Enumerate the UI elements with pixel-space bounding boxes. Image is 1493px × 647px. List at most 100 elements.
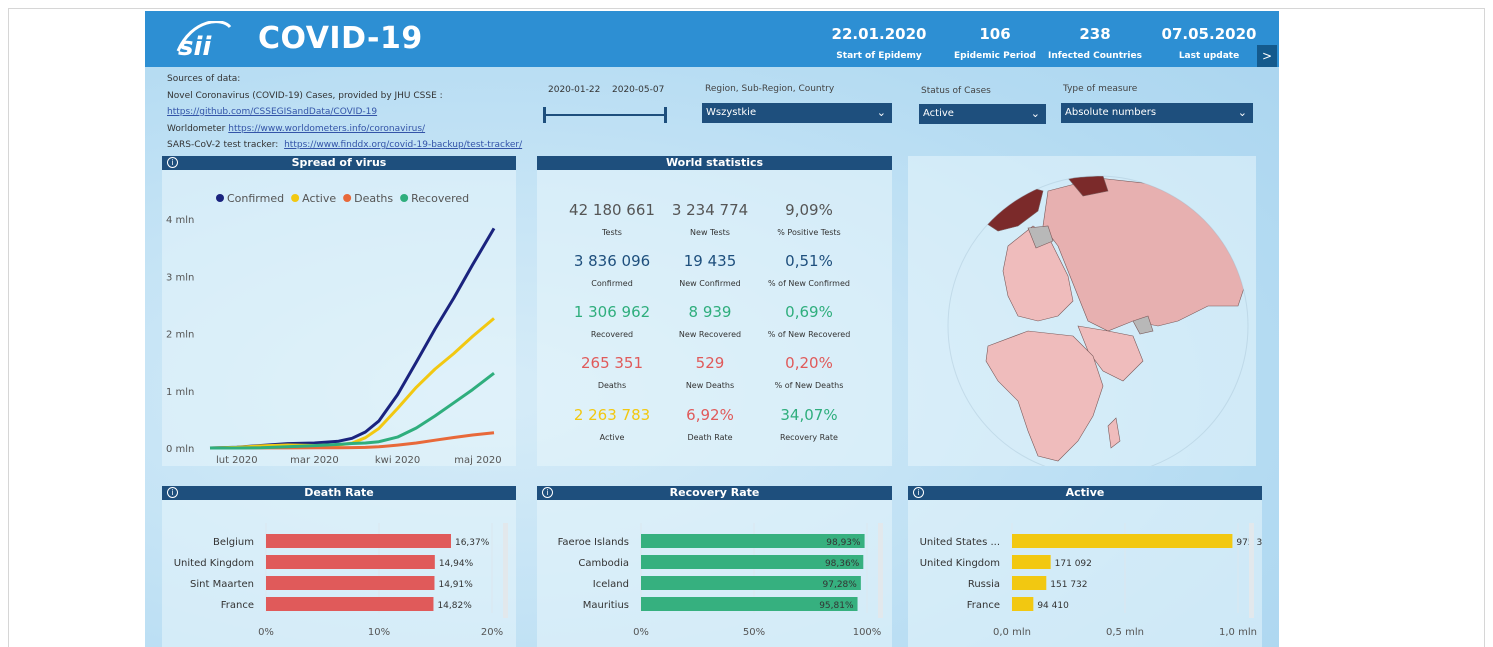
scrollbar[interactable] <box>878 523 883 618</box>
bar[interactable] <box>1012 576 1047 590</box>
region-label: Region, Sub-Region, Country <box>705 84 835 94</box>
category-label: United Kingdom <box>174 558 254 569</box>
stat-value: 0,69% <box>785 303 833 321</box>
legend-label[interactable]: Deaths <box>354 192 393 205</box>
measure-label: Type of measure <box>1063 84 1138 94</box>
bar-value-label: 14,82% <box>437 601 472 611</box>
legend-marker[interactable] <box>216 194 224 202</box>
bar[interactable] <box>266 534 451 548</box>
info-icon[interactable]: i <box>913 487 924 498</box>
sars-link[interactable]: https://www.finddx.org/covid-19-backup/t… <box>284 140 522 150</box>
bar[interactable] <box>1012 534 1233 548</box>
spread-line-chart: Confirmed Active Deaths Recovered 0 mln 1 mln… <box>166 192 502 466</box>
worldometer-link[interactable]: https://www.worldometers.info/coronaviru… <box>228 124 425 134</box>
next-page-button[interactable]: > <box>1257 45 1277 67</box>
scrollbar[interactable] <box>1249 523 1254 618</box>
stat-value: 9,09% <box>785 201 833 219</box>
date-slider-end-handle[interactable] <box>664 107 667 123</box>
bar-value-label: 98,36% <box>825 559 860 569</box>
date-slider-start-handle[interactable] <box>543 107 546 123</box>
date-to: 2020-05-07 <box>612 85 665 95</box>
legend-label[interactable]: Recovered <box>411 192 469 205</box>
category-label: Cambodia <box>578 558 629 569</box>
header-bar: sii COVID-19 22.01.2020 Start of Epidemy … <box>145 11 1279 67</box>
scrollbar[interactable] <box>503 523 508 618</box>
measure-value: Absolute numbers <box>1065 107 1157 118</box>
info-icon[interactable]: i <box>167 487 178 498</box>
world-header: World statistics <box>537 156 892 170</box>
bar[interactable] <box>1012 555 1051 569</box>
legend-marker[interactable] <box>343 194 352 202</box>
bar-value-label: 14,94% <box>439 559 474 569</box>
active-bar-chart: 0,0 mln 0,5 mln 1,0 mlnUnited States ... 97… <box>920 523 1262 637</box>
legend-label[interactable]: Confirmed <box>227 192 284 205</box>
category-label: France <box>967 600 1000 611</box>
chevron-down-icon: ⌄ <box>1030 107 1040 120</box>
legend-label[interactable]: Active <box>302 192 336 205</box>
category-label: France <box>221 600 254 611</box>
bar[interactable] <box>266 597 434 611</box>
info-icon[interactable]: i <box>542 487 553 498</box>
svg-text:sii: sii <box>178 32 212 59</box>
bar-value-label: 97,28% <box>823 580 858 590</box>
stat-label: % of New Recovered <box>767 330 851 339</box>
legend-marker[interactable] <box>291 194 300 202</box>
x-tick-label: 0,0 mln <box>993 627 1031 637</box>
status-dropdown[interactable]: Active ⌄ <box>919 104 1046 124</box>
recovery-rate-bar-chart: 0% 50% 100% Faeroe Islands 98,93% Cambodia 98,… <box>558 523 883 637</box>
legend-marker[interactable] <box>400 194 409 202</box>
kpi-period: 106 Epidemic Period <box>953 25 1036 61</box>
status-value: Active <box>923 108 954 119</box>
spread-header: i Spread of virus <box>162 156 516 170</box>
stat-label: % of New Confirmed <box>768 279 850 288</box>
y-tick-label: 3 mln <box>166 272 194 283</box>
series-line-confirmed[interactable] <box>209 227 496 450</box>
category-label: Sint Maarten <box>190 579 254 590</box>
bar-value-label: 151 732 <box>1050 580 1087 590</box>
series-line-active[interactable] <box>209 317 495 450</box>
sars-text: SARS-CoV-2 test tracker: <box>167 140 279 150</box>
x-tick-label: mar 2020 <box>290 455 339 466</box>
bar-value-label: 171 092 <box>1055 559 1092 569</box>
x-tick-label: kwi 2020 <box>375 455 420 466</box>
info-icon[interactable]: i <box>167 157 178 168</box>
bar-value-label: 14,91% <box>438 580 473 590</box>
bar[interactable] <box>266 555 435 569</box>
region-dropdown[interactable]: Wszystkie ⌄ <box>702 103 892 123</box>
active-header: i Active <box>908 486 1262 500</box>
y-tick-label: 2 mln <box>166 330 194 341</box>
stat-value: 0,51% <box>785 252 833 270</box>
worldometer-text: Worldometer <box>167 123 226 134</box>
category-label: Iceland <box>593 579 629 590</box>
date-slider-track[interactable] <box>544 114 666 116</box>
page-title: COVID-19 <box>258 21 423 56</box>
chevron-down-icon: ⌄ <box>876 106 886 119</box>
date-from: 2020-01-22 <box>548 85 601 95</box>
x-tick-label: lut 2020 <box>216 455 258 466</box>
y-tick-label: 1 mln <box>166 387 194 398</box>
stat--positive-tests: 9,09% % Positive Tests <box>749 201 869 237</box>
chevron-down-icon: ⌄ <box>1237 106 1247 119</box>
stat-value: 34,07% <box>780 406 838 424</box>
stat-label: % Positive Tests <box>777 228 841 237</box>
stat--of-new-confirmed: 0,51% % of New Confirmed <box>749 252 869 288</box>
measure-dropdown[interactable]: Absolute numbers ⌄ <box>1061 103 1253 123</box>
kpi-countries: 238 Infected Countries <box>1048 25 1142 61</box>
bar-value-label: 94 410 <box>1037 601 1069 611</box>
category-label: Russia <box>968 579 1000 590</box>
y-tick-label: 4 mln <box>166 215 194 226</box>
bar-value-label: 95,81% <box>819 601 854 611</box>
status-label: Status of Cases <box>921 86 991 96</box>
sources-block: Sources of data: Novel Coronavirus (COVI… <box>167 71 522 154</box>
category-label: Belgium <box>213 537 254 548</box>
recovery-rate-header: i Recovery Rate <box>537 486 892 500</box>
x-tick-label: 1,0 mln <box>1219 627 1257 637</box>
world-map[interactable] <box>908 156 1256 466</box>
sii-logo-icon: sii <box>176 21 232 59</box>
jhu-text: Novel Coronavirus (COVID-19) Cases, prov… <box>167 90 443 101</box>
death-rate-header: i Death Rate <box>162 486 516 500</box>
jhu-link[interactable]: https://github.com/CSSEGISandData/COVID-… <box>167 107 377 117</box>
x-tick-label: maj 2020 <box>454 455 501 466</box>
bar[interactable] <box>1012 597 1034 611</box>
bar[interactable] <box>266 576 435 590</box>
